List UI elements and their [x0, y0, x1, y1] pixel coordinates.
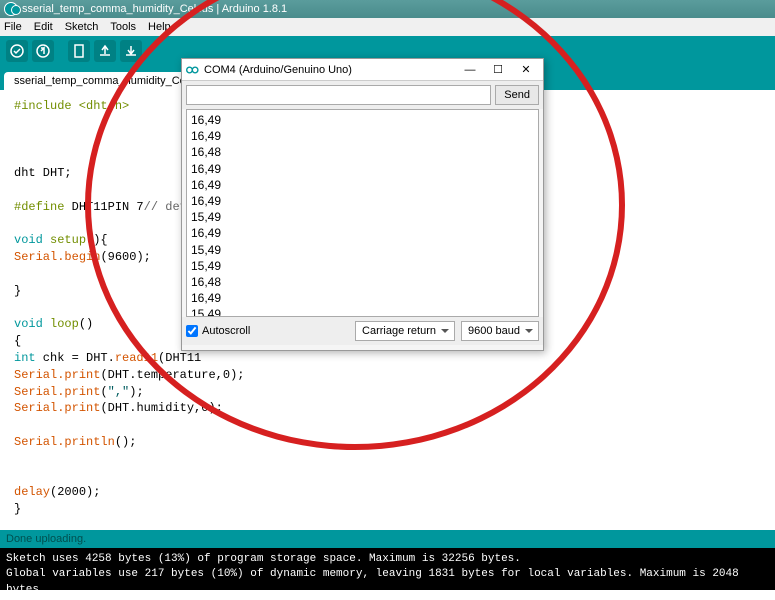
- save-button[interactable]: [120, 40, 142, 62]
- serial-line: 16,48: [191, 144, 534, 160]
- serial-line: 15,49: [191, 306, 534, 317]
- open-button[interactable]: [94, 40, 116, 62]
- serial-monitor-window: COM4 (Arduino/Genuino Uno) — ☐ ✕ Send 16…: [181, 58, 544, 351]
- serial-line: 16,48: [191, 274, 534, 290]
- menu-help[interactable]: Help: [148, 21, 171, 33]
- minimize-button[interactable]: —: [461, 63, 479, 77]
- autoscroll-input[interactable]: [186, 325, 198, 337]
- autoscroll-checkbox[interactable]: Autoscroll: [186, 325, 349, 337]
- serial-line: 16,49: [191, 177, 534, 193]
- serial-line: 16,49: [191, 225, 534, 241]
- arduino-logo-icon: [186, 63, 200, 77]
- app-title: sserial_temp_comma_humidity_Celsus | Ard…: [22, 3, 287, 15]
- serial-line: 16,49: [191, 128, 534, 144]
- serial-line: 15,49: [191, 209, 534, 225]
- baud-rate-select[interactable]: 9600 baud: [461, 321, 539, 341]
- serial-line: 15,49: [191, 242, 534, 258]
- maximize-button[interactable]: ☐: [489, 63, 507, 77]
- serial-line: 16,49: [191, 290, 534, 306]
- sketch-tab[interactable]: sserial_temp_comma_humidity_Ce: [4, 72, 196, 90]
- serial-input[interactable]: [186, 85, 491, 105]
- menu-sketch[interactable]: Sketch: [65, 21, 99, 33]
- serial-line: 15,49: [191, 258, 534, 274]
- status-bar: Done uploading.: [0, 530, 775, 548]
- serial-line: 16,49: [191, 112, 534, 128]
- menu-edit[interactable]: Edit: [34, 21, 53, 33]
- serial-output[interactable]: 16,4916,4916,4816,4916,4916,4915,4916,49…: [186, 109, 539, 317]
- serial-title-bar[interactable]: COM4 (Arduino/Genuino Uno) — ☐ ✕: [182, 59, 543, 81]
- output-console: Sketch uses 4258 bytes (13%) of program …: [0, 548, 775, 590]
- app-title-bar: sserial_temp_comma_humidity_Celsus | Ard…: [0, 0, 775, 18]
- menu-tools[interactable]: Tools: [110, 21, 136, 33]
- console-line: Global variables use 217 bytes (10%) of …: [6, 567, 769, 598]
- serial-window-title: COM4 (Arduino/Genuino Uno): [204, 64, 461, 76]
- new-button[interactable]: [68, 40, 90, 62]
- send-row: Send: [182, 81, 543, 109]
- verify-button[interactable]: [6, 40, 28, 62]
- line-ending-select[interactable]: Carriage return: [355, 321, 455, 341]
- send-button[interactable]: Send: [495, 85, 539, 105]
- close-button[interactable]: ✕: [517, 63, 535, 77]
- menu-bar: File Edit Sketch Tools Help: [0, 18, 775, 36]
- menu-file[interactable]: File: [4, 21, 22, 33]
- serial-bottom-bar: Autoscroll Carriage return 9600 baud: [182, 317, 543, 345]
- upload-button[interactable]: [32, 40, 54, 62]
- console-line: Sketch uses 4258 bytes (13%) of program …: [6, 552, 769, 567]
- status-text: Done uploading.: [6, 533, 86, 545]
- arduino-logo-icon: [4, 2, 18, 16]
- serial-line: 16,49: [191, 193, 534, 209]
- serial-line: 16,49: [191, 161, 534, 177]
